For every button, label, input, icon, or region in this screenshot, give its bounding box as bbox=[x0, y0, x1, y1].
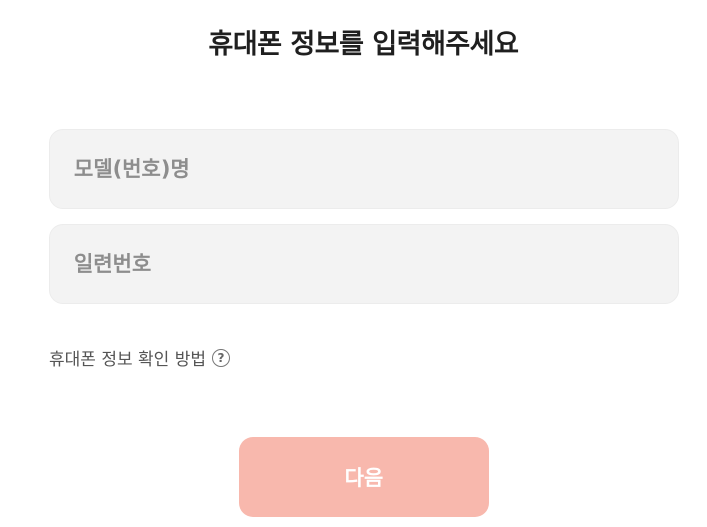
model-number-input[interactable] bbox=[49, 129, 679, 209]
next-button[interactable]: 다음 bbox=[239, 437, 489, 517]
serial-number-input[interactable] bbox=[49, 224, 679, 304]
page-title: 휴대폰 정보를 입력해주세요 bbox=[208, 29, 519, 60]
question-circle-icon[interactable]: ? bbox=[211, 348, 230, 367]
phone-info-help-link[interactable]: 휴대폰 정보 확인 방법 ? bbox=[49, 345, 230, 370]
help-link-label: 휴대폰 정보 확인 방법 bbox=[49, 350, 206, 370]
